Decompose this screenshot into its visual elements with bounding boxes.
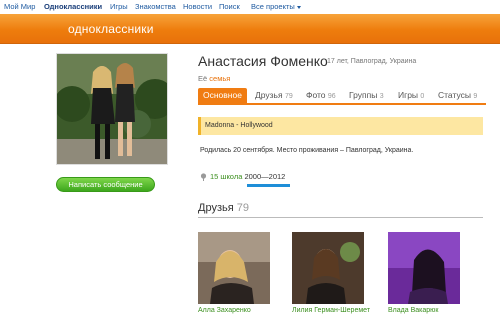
school-start-year: 2000 [244,172,262,181]
tab-friends[interactable]: Друзья 79 [255,88,293,103]
tab-statuses-count: 9 [473,93,478,100]
year-underline [247,184,290,187]
friend-photo-1[interactable] [198,232,270,304]
family-prefix: Её [198,74,208,83]
profile-photo-image [57,54,167,164]
tab-photos-label: Фото [306,90,326,100]
nav-all-projects[interactable]: Все проекты [251,0,301,14]
friend-name-1[interactable]: Алла Захаренко [198,306,278,316]
tab-statuses[interactable]: Статусы 9 [438,88,477,103]
friends-title: Друзья [198,202,234,214]
profile-photo[interactable] [56,53,168,165]
nav-all-projects-label: Все проекты [251,2,295,11]
friend-photo-1-image [198,232,270,304]
tab-games-label: Игры [398,90,419,100]
tab-friends-count: 79 [284,93,293,100]
tab-main[interactable]: Основное [198,88,247,103]
tab-main-label: Основное [203,90,242,100]
tab-games[interactable]: Игры 0 [398,88,424,103]
tab-groups-count: 3 [379,93,384,100]
tab-friends-label: Друзья [255,90,283,100]
nav-odnoklassniki[interactable]: Одноклассники [44,0,102,14]
tab-groups[interactable]: Группы 3 [349,88,384,103]
brand-logo[interactable]: одноклассники [68,22,154,36]
tab-games-count: 0 [420,93,425,100]
friends-heading[interactable]: Друзья 79 [198,202,249,214]
tab-groups-label: Группы [349,90,378,100]
friend-name-3[interactable]: Влада Вакарюк [388,306,468,316]
family-line: Её семья [198,74,230,83]
school-dash: — [261,172,269,181]
school-line: 15 школа 2000—2012 [200,172,286,182]
friend-photo-2-image [292,232,364,304]
profile-meta: 17 лет, Павлоград, Украина [327,58,417,65]
birth-info: Родилась 20 сентября. Место проживания –… [200,147,414,154]
friend-photo-3-image [388,232,460,304]
friend-name-2[interactable]: Лилия Герман-Шеремет [292,306,372,316]
site-header: одноклассники [0,14,500,44]
send-message-button[interactable]: Написать сообщение [56,177,155,192]
nav-games[interactable]: Игры [110,0,128,14]
nav-moi-mir[interactable]: Мой Мир [4,0,35,14]
profile-name: Анастасия Фоменко [198,53,328,69]
chevron-down-icon [296,5,301,9]
nav-search[interactable]: Поиск [219,0,240,14]
nav-dating[interactable]: Знакомства [135,0,176,14]
friend-photo-3[interactable] [388,232,460,304]
top-navigation: Мой Мир Одноклассники Игры Знакомства Но… [0,0,500,14]
school-end-year: 2012 [268,172,286,181]
friends-divider [198,217,483,218]
status-text[interactable]: Madonna - Hollywood [198,117,483,135]
friends-count: 79 [236,202,249,214]
friend-photo-2[interactable] [292,232,364,304]
school-link[interactable]: 15 школа [210,172,242,181]
profile-tabs: Основное Друзья 79 Фото 96 Группы 3 Игры… [198,88,486,105]
tab-photos[interactable]: Фото 96 [306,88,336,103]
tab-statuses-label: Статусы [438,90,471,100]
family-link[interactable]: семья [209,74,230,83]
nav-news[interactable]: Новости [183,0,212,14]
tab-photos-count: 96 [327,93,336,100]
school-pin-icon [200,173,207,182]
